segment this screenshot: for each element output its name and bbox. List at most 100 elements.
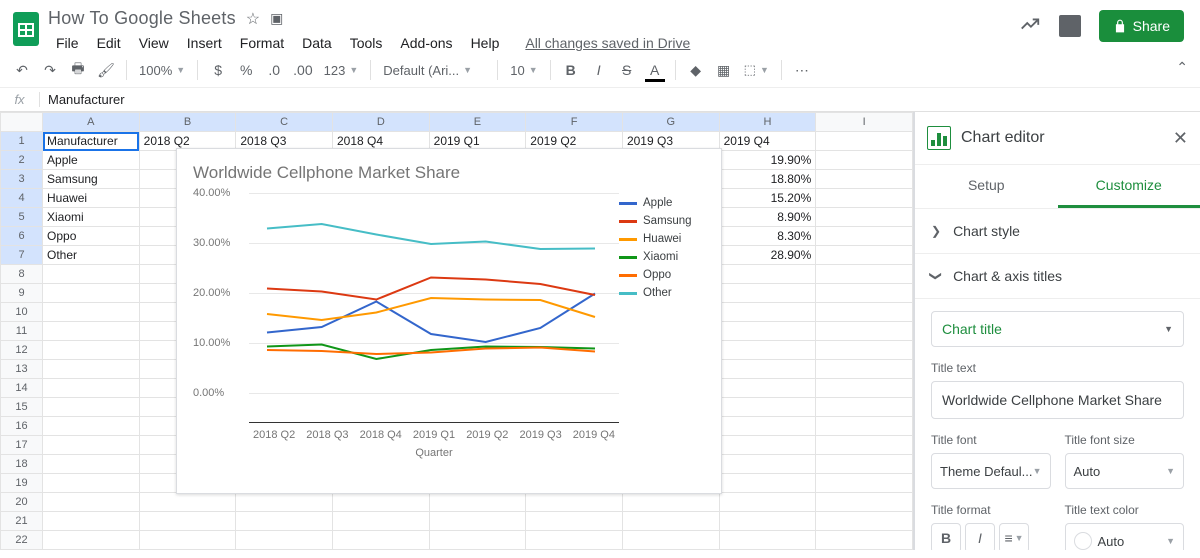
move-icon[interactable]: ▣: [270, 10, 283, 27]
fill-color-button[interactable]: ◆: [684, 57, 708, 83]
title-color-select[interactable]: Auto ▼: [1065, 523, 1185, 550]
cell[interactable]: [43, 341, 140, 360]
cell[interactable]: [816, 341, 913, 360]
cell[interactable]: [816, 360, 913, 379]
cell[interactable]: [43, 360, 140, 379]
menu-file[interactable]: File: [48, 33, 87, 53]
save-status[interactable]: All changes saved in Drive: [517, 33, 698, 53]
cell[interactable]: [816, 379, 913, 398]
col-header[interactable]: B: [139, 113, 236, 132]
format-percent-button[interactable]: %: [234, 57, 258, 83]
cell[interactable]: [719, 265, 816, 284]
row-header[interactable]: 21: [1, 512, 43, 531]
cell[interactable]: [719, 398, 816, 417]
cell[interactable]: [816, 303, 913, 322]
row-header[interactable]: 3: [1, 170, 43, 189]
cell[interactable]: [719, 322, 816, 341]
doc-title[interactable]: How To Google Sheets: [48, 8, 236, 29]
col-header[interactable]: H: [719, 113, 816, 132]
undo-button[interactable]: ↶: [10, 57, 34, 83]
cell[interactable]: [719, 379, 816, 398]
cell[interactable]: Other: [43, 246, 140, 265]
row-header[interactable]: 10: [1, 303, 43, 322]
title-font-size-select[interactable]: Auto▼: [1065, 453, 1185, 489]
menu-view[interactable]: View: [131, 33, 177, 53]
cell[interactable]: [816, 493, 913, 512]
cell[interactable]: [429, 493, 526, 512]
row-header[interactable]: 15: [1, 398, 43, 417]
cell[interactable]: [43, 455, 140, 474]
cell[interactable]: [719, 455, 816, 474]
cell[interactable]: [719, 531, 816, 550]
cell[interactable]: 8.30%: [719, 227, 816, 246]
col-header[interactable]: G: [622, 113, 719, 132]
cell[interactable]: [719, 417, 816, 436]
print-button[interactable]: 🖶: [66, 57, 90, 83]
cell[interactable]: [332, 493, 429, 512]
cell[interactable]: [719, 303, 816, 322]
cell[interactable]: [816, 436, 913, 455]
comments-icon[interactable]: [1059, 15, 1081, 37]
cell[interactable]: Apple: [43, 151, 140, 170]
row-header[interactable]: 5: [1, 208, 43, 227]
increase-decimal-button[interactable]: .00: [290, 57, 315, 83]
menu-help[interactable]: Help: [463, 33, 508, 53]
row-header[interactable]: 13: [1, 360, 43, 379]
zoom-select[interactable]: 100%▼: [135, 63, 189, 78]
cell[interactable]: 19.90%: [719, 151, 816, 170]
cell[interactable]: [526, 493, 623, 512]
cell[interactable]: [43, 398, 140, 417]
title-bold-button[interactable]: B: [931, 523, 961, 550]
cell[interactable]: [43, 379, 140, 398]
cell[interactable]: Oppo: [43, 227, 140, 246]
col-header[interactable]: A: [43, 113, 140, 132]
text-color-button[interactable]: A: [643, 57, 667, 83]
cell[interactable]: [719, 436, 816, 455]
cell[interactable]: [43, 493, 140, 512]
col-header[interactable]: I: [816, 113, 913, 132]
cell[interactable]: [622, 512, 719, 531]
menu-edit[interactable]: Edit: [89, 33, 129, 53]
col-header[interactable]: C: [236, 113, 333, 132]
cell[interactable]: [622, 493, 719, 512]
decrease-decimal-button[interactable]: .0: [262, 57, 286, 83]
cell[interactable]: 18.80%: [719, 170, 816, 189]
number-format-select[interactable]: 123▼: [320, 63, 363, 78]
cell[interactable]: [43, 284, 140, 303]
row-header[interactable]: 16: [1, 417, 43, 436]
menu-add-ons[interactable]: Add-ons: [392, 33, 460, 53]
cell[interactable]: [236, 531, 333, 550]
row-header[interactable]: 12: [1, 341, 43, 360]
cell[interactable]: [719, 360, 816, 379]
menu-format[interactable]: Format: [232, 33, 292, 53]
row-header[interactable]: 1: [1, 132, 43, 151]
paint-format-button[interactable]: 🖌: [94, 57, 118, 83]
row-header[interactable]: 18: [1, 455, 43, 474]
redo-button[interactable]: ↷: [38, 57, 62, 83]
row-header[interactable]: 6: [1, 227, 43, 246]
cell[interactable]: 28.90%: [719, 246, 816, 265]
cell[interactable]: [816, 417, 913, 436]
section-axis-titles[interactable]: ❯ Chart & axis titles: [915, 254, 1200, 299]
embedded-chart[interactable]: Worldwide Cellphone Market Share 0.00%10…: [176, 148, 722, 494]
cell[interactable]: 15.20%: [719, 189, 816, 208]
italic-button[interactable]: I: [587, 57, 611, 83]
explore-trend-icon[interactable]: [1019, 13, 1041, 40]
tab-customize[interactable]: Customize: [1058, 165, 1200, 208]
cell[interactable]: [43, 436, 140, 455]
row-header[interactable]: 11: [1, 322, 43, 341]
close-icon[interactable]: ✕: [1173, 128, 1188, 149]
title-align-button[interactable]: ≡▼: [999, 523, 1029, 550]
strike-button[interactable]: S: [615, 57, 639, 83]
title-font-select[interactable]: Theme Defaul...▼: [931, 453, 1051, 489]
cell[interactable]: [816, 455, 913, 474]
cell[interactable]: [816, 322, 913, 341]
title-scope-select[interactable]: Chart title▼: [931, 311, 1184, 347]
row-header[interactable]: 22: [1, 531, 43, 550]
cell[interactable]: [526, 512, 623, 531]
cell[interactable]: [719, 512, 816, 531]
collapse-toolbar-button[interactable]: ⌃: [1176, 59, 1188, 76]
format-currency-button[interactable]: $: [206, 57, 230, 83]
cell[interactable]: [43, 265, 140, 284]
row-header[interactable]: 7: [1, 246, 43, 265]
